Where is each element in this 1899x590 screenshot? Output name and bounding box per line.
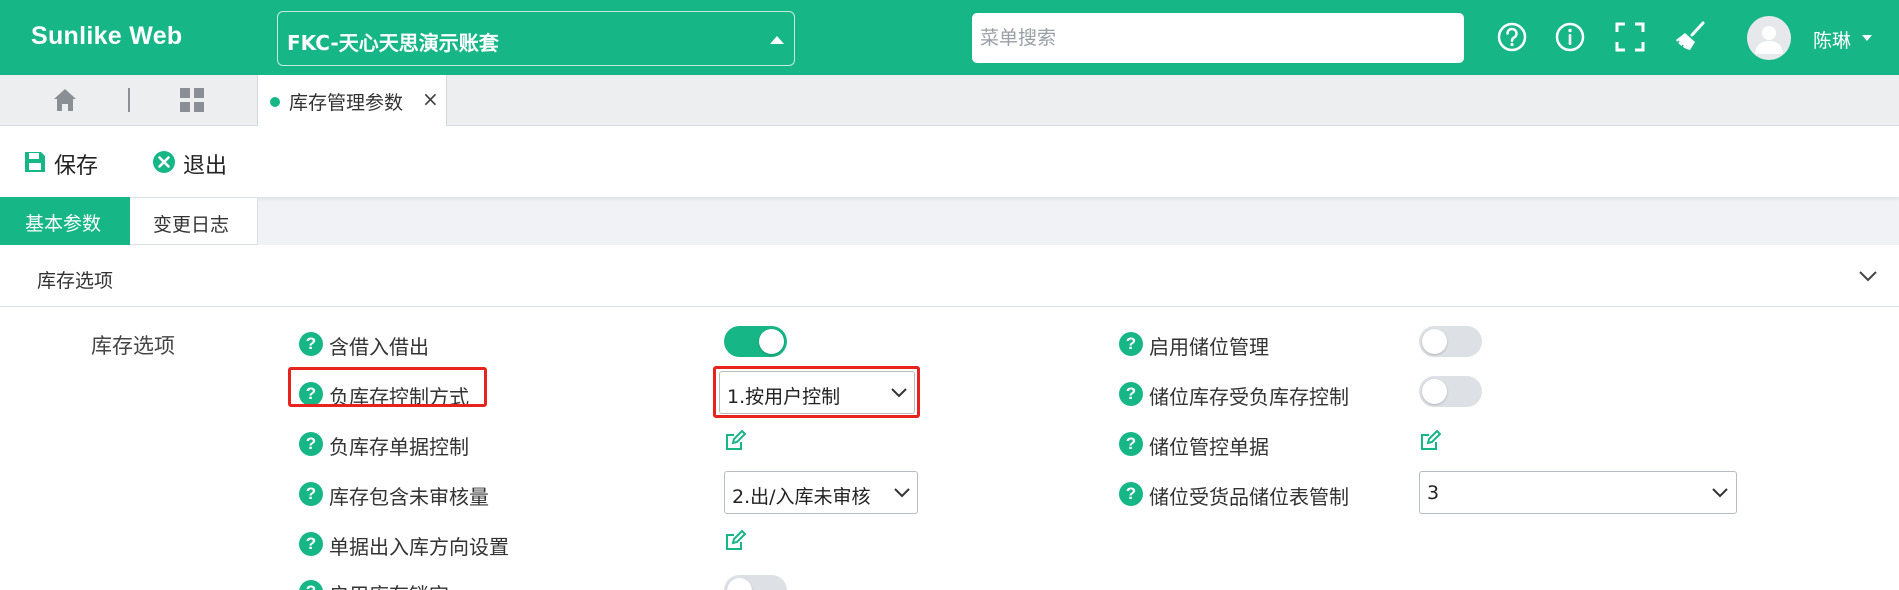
help-icon[interactable]: ? [1119,332,1143,356]
section-title: 库存选项 [37,270,114,292]
toolbar: 保存 退出 [0,126,1899,197]
account-name: FKC-天心天思演示账套 [287,31,499,55]
help-icon[interactable]: ? [299,580,323,590]
content-panel: 库存选项 库存选项 ? 含借入借出 ? 负库存控制方式 1.按用户控制 ? 负库… [0,245,1899,590]
tab-basic-params[interactable]: 基本参数 [0,197,130,245]
user-avatar-icon [1755,26,1783,54]
edit-icon[interactable] [1419,430,1441,452]
select-value: 2.出/入库未审核 [732,486,871,508]
menu-search-input[interactable] [972,13,1464,63]
tab-change-log[interactable]: 变更日志 [130,197,258,245]
save-label: 保存 [54,154,99,179]
save-button[interactable]: 保存 [23,148,103,179]
info-icon[interactable] [1553,20,1587,54]
select-value: 3 [1427,482,1440,504]
fullscreen-icon[interactable] [1613,20,1647,54]
edit-icon[interactable] [724,430,746,452]
caret-up-icon [770,36,784,44]
tab-bar: 库存管理参数 × [0,75,1899,126]
inventory-lock-toggle[interactable] [724,575,787,590]
unaudited-select[interactable]: 2.出/入库未审核 [724,471,918,514]
field-label: 含借入借出 [329,335,429,359]
help-icon[interactable]: ? [299,532,323,556]
save-icon [25,152,45,172]
bin-negative-toggle[interactable] [1419,376,1482,407]
close-icon[interactable]: × [422,87,439,111]
help-icon[interactable]: ? [1119,382,1143,406]
highlight-label-box [288,367,487,407]
tab-log-label: 变更日志 [153,214,230,236]
help-icon[interactable]: ? [299,332,323,356]
active-dot-icon [270,97,280,107]
highlight-select-box [713,366,920,418]
brand-logo: Sunlike Web [31,22,183,50]
bin-manage-toggle[interactable] [1419,326,1482,357]
section-header[interactable]: 库存选项 [0,245,1899,307]
chevron-down-icon[interactable] [1857,269,1879,283]
borrow-toggle[interactable] [724,326,787,357]
account-selector[interactable]: FKC-天心天思演示账套 [277,11,795,66]
user-name[interactable]: 陈琳 [1813,26,1851,53]
chevron-down-icon [894,488,910,498]
help-icon[interactable] [1495,20,1529,54]
user-menu-caret-icon[interactable] [1862,35,1872,41]
avatar[interactable] [1747,16,1791,60]
chevron-down-icon [1712,488,1728,498]
field-label: 库存包含未审核量 [329,485,489,509]
home-icon[interactable] [51,86,79,114]
help-icon[interactable]: ? [1119,482,1143,506]
tab-label: 库存管理参数 [289,92,404,114]
exit-icon [153,151,175,173]
tab-divider [128,88,130,112]
field-label: 启用库存锁定 [329,579,449,590]
bin-goods-select[interactable]: 3 [1419,471,1737,514]
help-icon[interactable]: ? [299,432,323,456]
exit-label: 退出 [183,154,228,179]
field-label: 储位库存受负库存控制 [1149,385,1349,409]
tab-inventory-params[interactable]: 库存管理参数 × [257,75,447,126]
field-label: 负库存单据控制 [329,435,469,459]
top-header: Sunlike Web FKC-天心天思演示账套 陈琳 [0,0,1899,75]
grid-icon[interactable] [179,87,205,113]
field-label: 储位管控单据 [1149,435,1269,459]
clean-icon[interactable] [1673,20,1707,54]
field-label: 储位受货品储位表管制 [1149,485,1349,509]
group-label: 库存选项 [91,334,175,358]
edit-icon[interactable] [724,530,746,552]
field-label: 启用储位管理 [1149,335,1269,359]
field-label: 单据出入库方向设置 [329,535,509,559]
help-icon[interactable]: ? [299,482,323,506]
exit-button[interactable]: 退出 [152,148,232,179]
help-icon[interactable]: ? [1119,432,1143,456]
tab-basic-label: 基本参数 [25,213,102,235]
